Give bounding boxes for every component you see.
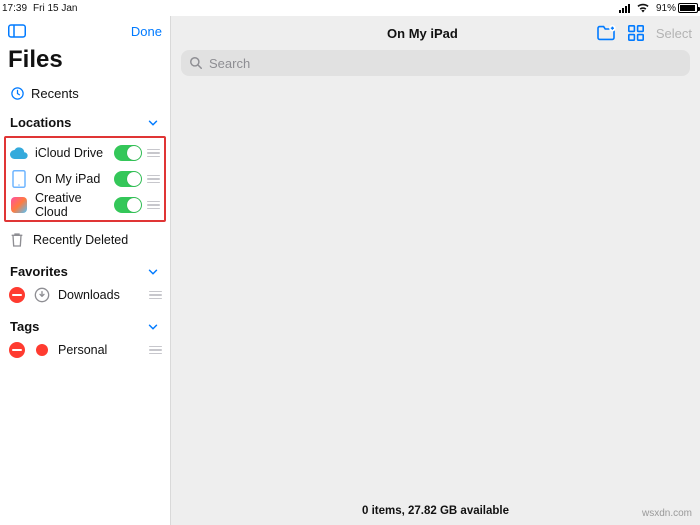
reorder-handle-icon[interactable] xyxy=(147,201,160,210)
recently-deleted-label: Recently Deleted xyxy=(33,233,162,247)
watermark: wsxdn.com xyxy=(642,508,692,519)
chevron-down-icon xyxy=(146,116,160,130)
toggle-onmyipad[interactable] xyxy=(114,171,142,187)
wifi-icon xyxy=(636,3,650,13)
content-title: On My iPad xyxy=(259,26,586,41)
location-label: On My iPad xyxy=(35,172,107,186)
location-label: Creative Cloud xyxy=(35,191,107,219)
content-footer: 0 items, 27.82 GB available xyxy=(171,497,700,525)
status-date: Fri 15 Jan xyxy=(33,3,77,14)
section-title: Favorites xyxy=(10,264,68,279)
search-placeholder: Search xyxy=(209,56,250,71)
content-area: On My iPad Select Search 0 items, 27.82 … xyxy=(170,16,700,525)
select-button: Select xyxy=(656,26,692,41)
reorder-handle-icon[interactable] xyxy=(149,346,162,355)
chevron-down-icon xyxy=(146,265,160,279)
reorder-handle-icon[interactable] xyxy=(149,291,162,300)
location-row-icloud[interactable]: iCloud Drive xyxy=(10,141,160,165)
search-input[interactable]: Search xyxy=(181,50,690,76)
status-time: 17:39 xyxy=(2,3,27,14)
search-icon xyxy=(189,56,203,70)
content-navbar: On My iPad Select xyxy=(171,16,700,50)
location-label: iCloud Drive xyxy=(35,146,107,160)
recently-deleted-row[interactable]: Recently Deleted xyxy=(8,228,162,252)
toggle-sidebar-icon[interactable] xyxy=(8,24,26,38)
tag-row-personal[interactable]: Personal xyxy=(8,338,162,362)
remove-icon[interactable] xyxy=(8,286,26,304)
sidebar: Done Files Recents Locations iCloud Driv… xyxy=(0,16,170,525)
section-head-favorites[interactable]: Favorites xyxy=(8,262,162,281)
battery-pct: 91% xyxy=(656,3,676,14)
app-window: Done Files Recents Locations iCloud Driv… xyxy=(0,16,700,525)
recents-label: Recents xyxy=(31,86,79,101)
new-folder-icon[interactable] xyxy=(596,25,616,41)
chevron-down-icon xyxy=(146,320,160,334)
view-mode-icon[interactable] xyxy=(628,25,644,41)
reorder-handle-icon[interactable] xyxy=(147,149,160,158)
creative-cloud-icon xyxy=(10,196,28,214)
sidebar-title: Files xyxy=(8,44,162,80)
toggle-icloud[interactable] xyxy=(114,145,142,161)
remove-icon[interactable] xyxy=(8,341,26,359)
clock-icon xyxy=(10,86,25,101)
toggle-creativecloud[interactable] xyxy=(114,197,142,213)
icloud-icon xyxy=(10,144,28,162)
favorite-label: Downloads xyxy=(58,288,142,302)
locations-highlight: iCloud Drive On My iPad Creative Cloud xyxy=(4,136,166,222)
section-title: Locations xyxy=(10,115,71,130)
search-container: Search xyxy=(171,50,700,84)
favorite-row-downloads[interactable]: Downloads xyxy=(8,283,162,307)
section-title: Tags xyxy=(10,319,39,334)
reorder-handle-icon[interactable] xyxy=(147,175,160,184)
status-bar: 17:39 Fri 15 Jan 91% xyxy=(0,0,700,16)
location-row-onmyipad[interactable]: On My iPad xyxy=(10,167,160,191)
trash-icon xyxy=(8,231,26,249)
ipad-icon xyxy=(10,170,28,188)
section-head-tags[interactable]: Tags xyxy=(8,317,162,336)
section-head-locations[interactable]: Locations xyxy=(8,113,162,132)
battery-fill xyxy=(680,5,695,11)
recents-button[interactable]: Recents xyxy=(8,82,162,111)
tag-label: Personal xyxy=(58,343,142,357)
tag-color-icon xyxy=(33,341,51,359)
done-button[interactable]: Done xyxy=(131,24,162,39)
battery-indicator: 91% xyxy=(656,3,698,14)
cellular-icon xyxy=(619,4,630,13)
downloads-icon xyxy=(33,286,51,304)
location-row-creativecloud[interactable]: Creative Cloud xyxy=(10,193,160,217)
content-body[interactable] xyxy=(171,84,700,497)
